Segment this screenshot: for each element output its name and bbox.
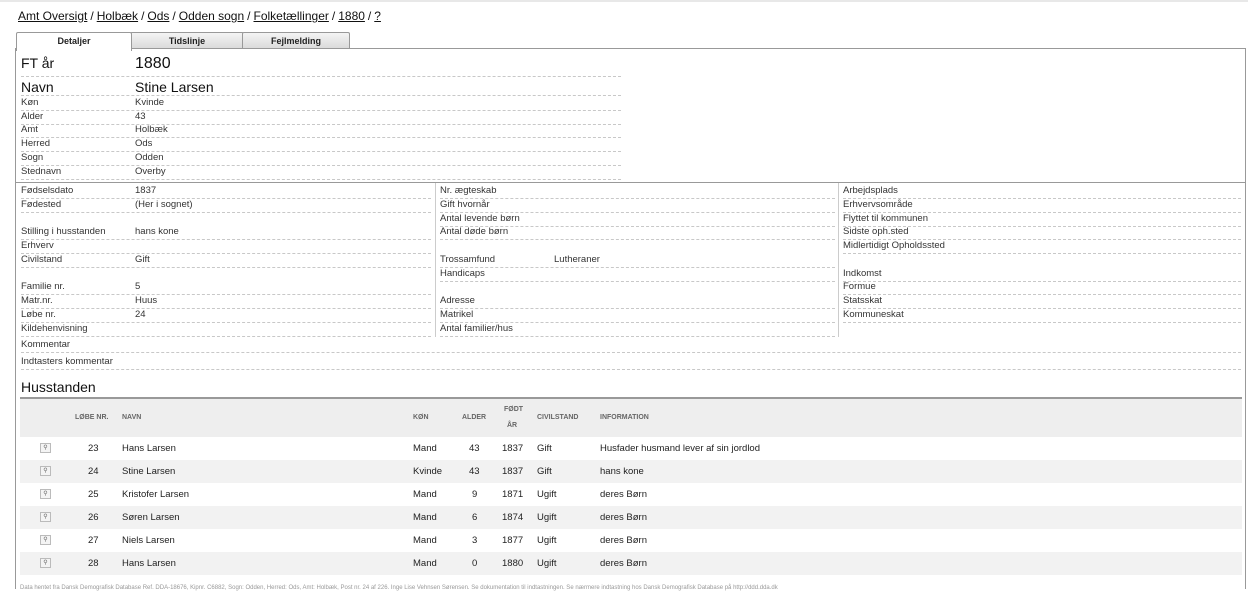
- field-antal-familier: Antal familier/hus: [440, 323, 835, 337]
- field-midlertidigt: Midlertidigt Opholdssted: [843, 240, 1241, 254]
- field-indtasters-kommentar: Indtasters kommentar: [21, 356, 1241, 370]
- header-information[interactable]: INFORMATION: [600, 411, 649, 425]
- field-erhvervsomraade: Erhvervsområde: [843, 199, 1241, 213]
- field-sidste-oph: Sidste oph.sted: [843, 226, 1241, 240]
- tab-fejlmelding[interactable]: Fejlmelding: [242, 32, 350, 49]
- field-indkomst: Indkomst: [843, 268, 1241, 282]
- breadcrumb: Amt Oversigt / Holbæk / Ods / Odden sogn / Folke…: [18, 9, 381, 23]
- field-adresse: Adresse: [440, 295, 835, 309]
- footer-source-note: Data hentet fra Dansk Demografisk Databa…: [20, 585, 778, 591]
- field-flyttet: Flyttet til kommunen: [843, 213, 1241, 227]
- field-stilling: Stilling i husstanden hans kone: [21, 226, 431, 240]
- tab-detaljer[interactable]: Detaljer: [16, 32, 132, 51]
- header-lobe-nr[interactable]: LØBE NR.: [75, 411, 108, 425]
- magnifier-icon[interactable]: ⚲: [40, 558, 51, 568]
- header-navn[interactable]: NAVN: [122, 411, 141, 425]
- header-kon[interactable]: KØN: [413, 411, 429, 425]
- table-row[interactable]: ⚲ 28 Hans Larsen Mand 0 1880 Ugift deres…: [20, 552, 1242, 575]
- table-row[interactable]: ⚲ 26 Søren Larsen Mand 6 1874 Ugift dere…: [20, 506, 1242, 529]
- breadcrumb-folketaellinger[interactable]: Folketællinger: [254, 9, 329, 23]
- field-stednavn: Stednavn Overby: [21, 166, 621, 180]
- ft-divider: [21, 64, 621, 77]
- field-kildehenvisning: Kildehenvisning: [21, 323, 431, 337]
- table-row[interactable]: ⚲ 24 Stine Larsen Kvinde 43 1837 Gift ha…: [20, 460, 1242, 483]
- tab-tidslinje[interactable]: Tidslinje: [130, 32, 244, 49]
- header-civilstand[interactable]: CIVILSTAND: [537, 411, 578, 425]
- breadcrumb-holbaek[interactable]: Holbæk: [97, 9, 138, 23]
- field-formue: Formue: [843, 281, 1241, 295]
- section-divider: [16, 182, 1245, 183]
- details-panel: FT år 1880 Navn Stine Larsen Køn Kvinde A…: [15, 48, 1246, 589]
- field-kommuneskat: Kommuneskat: [843, 309, 1241, 323]
- field-erhverv: Erhverv: [21, 240, 431, 254]
- household-table-header: LØBE NR. NAVN KØN ALDER FØDT ÅR CIVILSTA…: [20, 397, 1242, 437]
- household-title: Husstanden: [21, 379, 96, 395]
- field-antal-dode-born: Antal døde børn: [440, 226, 835, 240]
- field-kon: Køn Kvinde: [21, 97, 621, 111]
- name-divider: [21, 82, 621, 96]
- magnifier-icon[interactable]: ⚲: [40, 443, 51, 453]
- field-amt: Amt Holbæk: [21, 124, 621, 138]
- field-herred: Herred Ods: [21, 138, 621, 152]
- field-gift-hvornaar: Gift hvornår: [440, 199, 835, 213]
- magnifier-icon[interactable]: ⚲: [40, 466, 51, 476]
- header-fodt[interactable]: FØDT: [504, 403, 523, 417]
- field-matr-nr: Matr.nr. Huus: [21, 295, 431, 309]
- table-row[interactable]: ⚲ 23 Hans Larsen Mand 43 1837 Gift Husfa…: [20, 437, 1242, 460]
- tab-bar: Detaljer Tidslinje Fejlmelding: [16, 32, 416, 51]
- table-row[interactable]: ⚲ 27 Niels Larsen Mand 3 1877 Ugift dere…: [20, 529, 1242, 552]
- col-divider-2: [838, 183, 839, 337]
- col-divider-1: [435, 183, 436, 337]
- magnifier-icon[interactable]: ⚲: [40, 535, 51, 545]
- field-statsskat: Statsskat: [843, 295, 1241, 309]
- magnifier-icon[interactable]: ⚲: [40, 489, 51, 499]
- header-aar: ÅR: [507, 422, 518, 429]
- breadcrumb-1880[interactable]: 1880: [338, 9, 365, 23]
- breadcrumb-amt-oversigt[interactable]: Amt Oversigt: [18, 9, 87, 23]
- top-border: [0, 0, 1248, 2]
- field-matrikel: Matrikel: [440, 309, 835, 323]
- field-fodested: Fødested (Her i sognet): [21, 199, 431, 213]
- table-row[interactable]: ⚲ 25 Kristofer Larsen Mand 9 1871 Ugift …: [20, 483, 1242, 506]
- field-handicaps: Handicaps: [440, 268, 835, 282]
- household-table: LØBE NR. NAVN KØN ALDER FØDT ÅR CIVILSTA…: [20, 397, 1242, 575]
- field-arbejdsplads: Arbejdsplads: [843, 185, 1241, 199]
- field-trossamfund: Trossamfund Lutheraner: [440, 254, 835, 268]
- breadcrumb-odden-sogn[interactable]: Odden sogn: [179, 9, 244, 23]
- field-alder: Alder 43: [21, 111, 621, 125]
- breadcrumb-current[interactable]: ?: [374, 9, 381, 23]
- field-civilstand: Civilstand Gift: [21, 254, 431, 268]
- breadcrumb-ods[interactable]: Ods: [147, 9, 169, 23]
- field-kommentar: Kommentar: [21, 339, 1241, 353]
- field-sogn: Sogn Odden: [21, 152, 621, 166]
- field-lobe-nr: Løbe nr. 24: [21, 309, 431, 323]
- field-fodselsdato: Fødselsdato 1837: [21, 185, 431, 199]
- magnifier-icon[interactable]: ⚲: [40, 512, 51, 522]
- field-nr-aegteskab: Nr. ægteskab: [440, 185, 835, 199]
- field-antal-levende-born: Antal levende børn: [440, 213, 835, 227]
- header-alder[interactable]: ALDER: [462, 411, 486, 425]
- field-familie-nr: Familie nr. 5: [21, 281, 431, 295]
